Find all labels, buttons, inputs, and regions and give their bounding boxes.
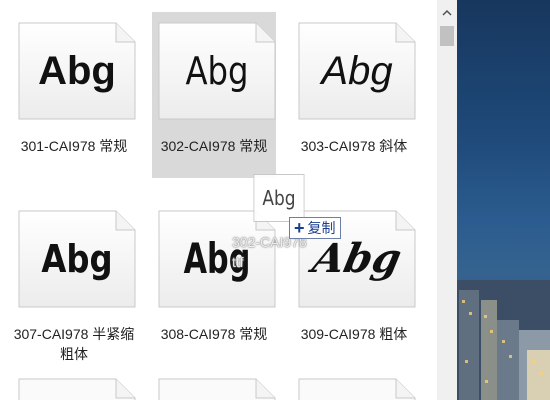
desktop-wallpaper	[457, 0, 550, 400]
font-file-item[interactable]	[152, 368, 276, 400]
drag-preview: Abg	[253, 174, 305, 222]
font-file-icon	[298, 378, 416, 400]
font-file-item[interactable]: Abg 307-CAI978 半紧缩 粗体	[12, 200, 136, 366]
file-name: 303-CAI978 斜体	[300, 138, 408, 154]
file-name: 307-CAI978 半紧缩 粗体	[13, 326, 135, 362]
copy-label: 复制	[307, 220, 336, 236]
file-name: 301-CAI978 常规	[20, 138, 128, 154]
file-name: 308-CAI978 常规	[160, 326, 268, 342]
font-preview-glyph: Abg	[185, 49, 249, 93]
chevron-up-icon[interactable]	[437, 0, 457, 24]
font-file-icon: Abg	[158, 22, 276, 120]
font-file-item[interactable]: Abg 308-CAI978 常规	[152, 200, 276, 366]
font-file-item[interactable]	[12, 368, 136, 400]
city-skyline-image	[457, 280, 550, 400]
font-preview-glyph: Abg	[41, 237, 113, 281]
font-preview-glyph: Abg	[38, 49, 116, 93]
font-file-icon: Abg	[298, 22, 416, 120]
font-preview-glyph: Abg	[321, 49, 393, 93]
font-file-item[interactable]: Abg 303-CAI978 斜体	[292, 12, 416, 178]
vertical-scrollbar[interactable]	[437, 0, 457, 400]
font-file-item-selected[interactable]: Abg 302-CAI978 常规	[152, 12, 276, 178]
file-explorer-pane: Abg 301-CAI978 常规 Abg 302-CAI978 常规 Abg …	[0, 0, 437, 400]
font-file-icon: Abg	[18, 22, 136, 120]
file-name: 309-CAI978 粗体	[300, 326, 408, 342]
font-file-icon	[158, 378, 276, 400]
file-name: 302-CAI978 常规	[160, 138, 268, 154]
font-file-item[interactable]	[292, 368, 416, 400]
scrollbar-thumb[interactable]	[440, 26, 454, 46]
font-file-icon	[18, 378, 136, 400]
plus-icon: +	[294, 218, 305, 238]
font-file-icon: Abg	[18, 210, 136, 308]
font-file-item[interactable]: Abg 301-CAI978 常规	[12, 12, 136, 178]
copy-tooltip: + 复制	[289, 217, 341, 239]
